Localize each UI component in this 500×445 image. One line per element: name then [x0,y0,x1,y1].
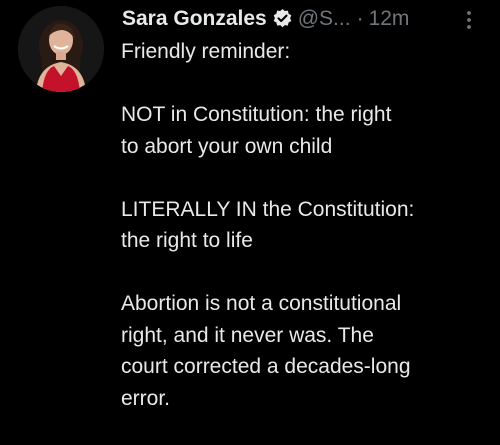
separator-dot: · [356,7,364,30]
tweet-paragraph: NOT in Constitution: the right to abort … [121,99,493,162]
text-line: NOT in Constitution: the right [121,103,392,126]
verified-badge-icon [272,8,293,29]
tweet-paragraph: Abortion is not a constitutional right, … [121,288,493,414]
tweet-text: Friendly reminder: NOT in Constitution: … [121,36,493,414]
text-line: error. [121,386,171,410]
timestamp[interactable]: 12m [369,4,410,34]
avatar-photo [18,6,104,92]
text-line: Friendly reminder: [121,40,291,63]
text-line: right, and it never was. The [121,323,374,347]
text-line: Abortion is not a constitutional [121,292,402,315]
tweet[interactable]: Sara Gonzales @S... · 12m Friendly reminde… [0,0,500,445]
tweet-header: Sara Gonzales @S... · 12m [122,4,500,34]
tweet-paragraph: LITERALLY IN the Constitution: the right… [121,194,493,257]
text-line: LITERALLY IN the Constitution: [121,197,415,221]
text-line: the right to life [121,229,253,252]
text-line: to abort your own child [121,134,333,158]
more-vertical-icon[interactable] [465,10,473,30]
author-name[interactable]: Sara Gonzales [122,4,267,34]
author-handle[interactable]: @S... [298,4,351,34]
text-line: court corrected a decades-long [121,355,411,378]
tweet-paragraph: Friendly reminder: [121,36,493,68]
avatar[interactable] [18,6,104,92]
